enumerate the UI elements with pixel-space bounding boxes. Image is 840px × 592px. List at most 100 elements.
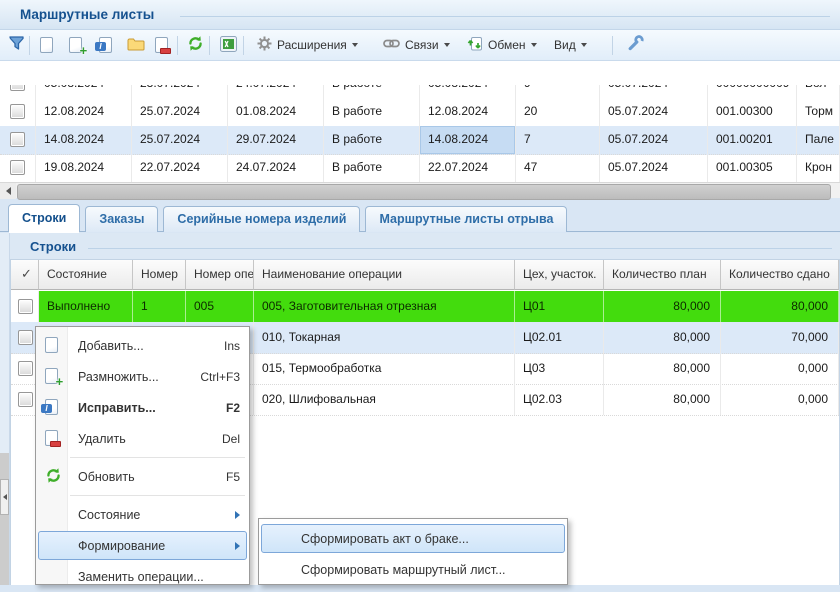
links-menu-button[interactable]: Связи — [378, 33, 455, 57]
links-menu-label: Связи — [405, 38, 439, 52]
caret-down-icon — [352, 43, 358, 47]
cell: 9 — [516, 85, 600, 98]
row-checkbox[interactable] — [10, 160, 25, 175]
row-checkbox[interactable] — [18, 361, 33, 376]
table-row[interactable]: 19.08.2024 22.07.2024 24.07.2024 В работ… — [0, 154, 840, 183]
cell: 80,000 — [604, 322, 721, 353]
cell: 001.00305 — [708, 154, 797, 182]
open-button[interactable] — [122, 33, 150, 57]
cell: 010, Токарная — [254, 322, 515, 353]
tab-route-sheets-tear[interactable]: Маршрутные листы отрыва — [365, 206, 567, 232]
shortcut-label: Ins — [224, 339, 240, 353]
cell: 80,000 — [604, 291, 721, 322]
cell: 80,000 — [604, 384, 721, 415]
cell: 020, Шлифовальная — [254, 384, 515, 415]
cell: 01.08.2024 — [228, 98, 324, 126]
toolbar-separator — [209, 36, 210, 55]
cell: Выполнено — [39, 291, 133, 322]
excel-export-icon — [220, 36, 237, 55]
cell: 12.08.2024 — [36, 98, 132, 126]
cell: 05.07.2024 — [600, 154, 708, 182]
tab-serial-numbers[interactable]: Серийные номера изделий — [163, 206, 360, 232]
toolbar-separator — [177, 36, 178, 55]
delete-button[interactable] — [150, 33, 173, 57]
table-row[interactable]: 05.08.2024 23.07.2024 24.07.2024 В работ… — [0, 85, 840, 98]
cell: В работе — [324, 85, 420, 98]
submenu-item-defect-act[interactable]: Сформировать акт о браке... — [259, 523, 567, 554]
add-button[interactable] — [35, 33, 58, 57]
caret-down-icon — [444, 43, 450, 47]
extensions-menu-button[interactable]: Расширения — [252, 33, 363, 57]
checkbox-cell — [0, 98, 36, 126]
routes-horizontal-scrollbar[interactable] — [0, 182, 840, 198]
cell: 05.07.2024 — [600, 126, 708, 154]
view-menu-button[interactable]: Вид — [549, 33, 592, 57]
row-checkbox[interactable] — [18, 299, 33, 314]
refresh-icon — [187, 35, 204, 55]
chain-link-icon — [383, 38, 400, 52]
column-header[interactable]: Номер — [133, 260, 186, 290]
cell: 29.07.2024 — [228, 126, 324, 154]
scroll-left-button[interactable] — [0, 183, 16, 199]
cell: 20 — [516, 98, 600, 126]
table-row[interactable]: 12.08.2024 25.07.2024 01.08.2024 В работ… — [0, 98, 840, 127]
clipped-row-viewport: 05.08.2024 23.07.2024 24.07.2024 В работ… — [0, 85, 840, 98]
submenu-item-route-sheet[interactable]: Сформировать маршрутный лист... — [259, 554, 567, 585]
column-header[interactable]: Цех, участок. — [515, 260, 604, 290]
export-excel-button[interactable] — [215, 33, 242, 57]
menu-item-edit[interactable]: I Исправить... F2 — [36, 392, 249, 423]
column-header[interactable]: Количество сдано — [721, 260, 839, 290]
splitter-collapse-handle[interactable] — [0, 479, 9, 515]
cell: 19.08.2024 — [36, 154, 132, 182]
settings-button[interactable] — [621, 33, 650, 57]
row-checkbox[interactable] — [10, 85, 25, 91]
delete-document-icon — [155, 37, 168, 53]
tab-stroki[interactable]: Строки — [8, 204, 80, 232]
row-checkbox[interactable] — [10, 104, 25, 119]
wrench-icon — [626, 34, 645, 56]
cell: В работе — [324, 98, 420, 126]
column-header[interactable]: Наименование операции — [254, 260, 515, 290]
cell: 005, Заготовительная отрезная — [254, 291, 515, 322]
cell: 00000000009 — [708, 85, 797, 98]
menu-item-replace-operations[interactable]: Заменить операции... — [36, 561, 249, 592]
cell: 05.07.2024 — [600, 98, 708, 126]
menu-item-refresh[interactable]: Обновить F5 — [36, 461, 249, 492]
table-row-done[interactable]: Выполнено 1 005 005, Заготовительная отр… — [11, 291, 839, 323]
cell: 0,000 — [721, 353, 839, 384]
row-checkbox[interactable] — [18, 392, 33, 407]
folder-icon — [127, 36, 145, 54]
left-splitter[interactable] — [0, 233, 10, 585]
edit-button[interactable]: I — [94, 33, 117, 57]
row-checkbox[interactable] — [18, 330, 33, 345]
select-all-column-header[interactable]: ✓ — [11, 260, 39, 290]
window-titlebar: Маршрутные листы — [0, 0, 840, 30]
filter-button[interactable] — [3, 33, 31, 57]
context-submenu: Сформировать акт о браке... Сформировать… — [258, 518, 568, 585]
lines-panel-divider — [88, 248, 832, 249]
column-header[interactable]: Номер опера — [186, 260, 254, 290]
cell: Ц03 — [515, 353, 604, 384]
row-checkbox[interactable] — [10, 132, 25, 147]
menu-item-add[interactable]: Добавить... Ins — [36, 330, 249, 361]
menu-item-generation[interactable]: Формирование — [36, 530, 249, 561]
cell: 47 — [516, 154, 600, 182]
menu-item-duplicate[interactable]: + Размножить... Ctrl+F3 — [36, 361, 249, 392]
exchange-menu-button[interactable]: Обмен — [462, 33, 542, 57]
menu-item-state[interactable]: Состояние — [36, 499, 249, 530]
refresh-button[interactable] — [182, 33, 209, 57]
duplicate-button[interactable]: + — [64, 33, 87, 57]
cell: В работе — [324, 126, 420, 154]
cell: 05.07.2024 — [600, 85, 708, 98]
column-header[interactable]: Количество план — [604, 260, 721, 290]
cell: 05.08.2024 — [420, 85, 516, 98]
table-row-selected[interactable]: 14.08.2024 25.07.2024 29.07.2024 В работ… — [0, 126, 840, 155]
column-header[interactable]: Состояние — [39, 260, 133, 290]
tab-zakazy[interactable]: Заказы — [85, 206, 158, 232]
toolbar-separator — [612, 36, 613, 55]
menu-item-delete[interactable]: Удалить Del — [36, 423, 249, 454]
cell: 22.07.2024 — [420, 154, 516, 182]
scrollbar-thumb[interactable] — [17, 184, 831, 200]
new-document-icon — [45, 337, 58, 353]
lines-panel-title: Строки — [30, 239, 76, 254]
